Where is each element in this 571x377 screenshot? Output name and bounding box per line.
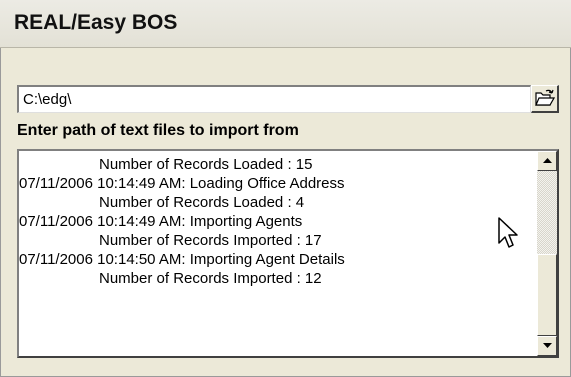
open-folder-icon [535,89,555,106]
scroll-down-button[interactable] [537,336,557,356]
import-path-input[interactable] [17,85,531,113]
scroll-up-button[interactable] [537,151,557,171]
arrow-up-icon [543,158,552,163]
log-line: Number of Records Loaded : 4 [99,194,305,211]
app-window: REAL/Easy BOS Enter path of text files t… [0,0,571,377]
log-line: 07/11/2006 10:14:50 AM: Importing Agent … [19,251,345,268]
log-line: 07/11/2006 10:14:49 AM: Importing Agents [19,213,303,230]
import-log-lines: Number of Records Loaded : 15 07/11/2006… [19,155,529,288]
log-line: Number of Records Loaded : 15 [99,156,313,173]
browse-folder-button[interactable] [531,85,559,113]
import-path-label: Enter path of text files to import from [17,122,299,139]
scroll-thumb[interactable] [537,254,557,336]
import-log-textbox[interactable]: Number of Records Loaded : 15 07/11/2006… [17,149,559,358]
log-line: Number of Records Imported : 12 [99,270,322,287]
log-line: Number of Records Imported : 17 [99,232,322,249]
log-line: 07/11/2006 10:14:49 AM: Loading Office A… [19,175,345,192]
arrow-down-icon [543,343,552,348]
log-vertical-scrollbar[interactable] [537,151,557,356]
panel-header: REAL/Easy BOS [0,0,571,48]
panel-title: REAL/Easy BOS [14,11,178,34]
